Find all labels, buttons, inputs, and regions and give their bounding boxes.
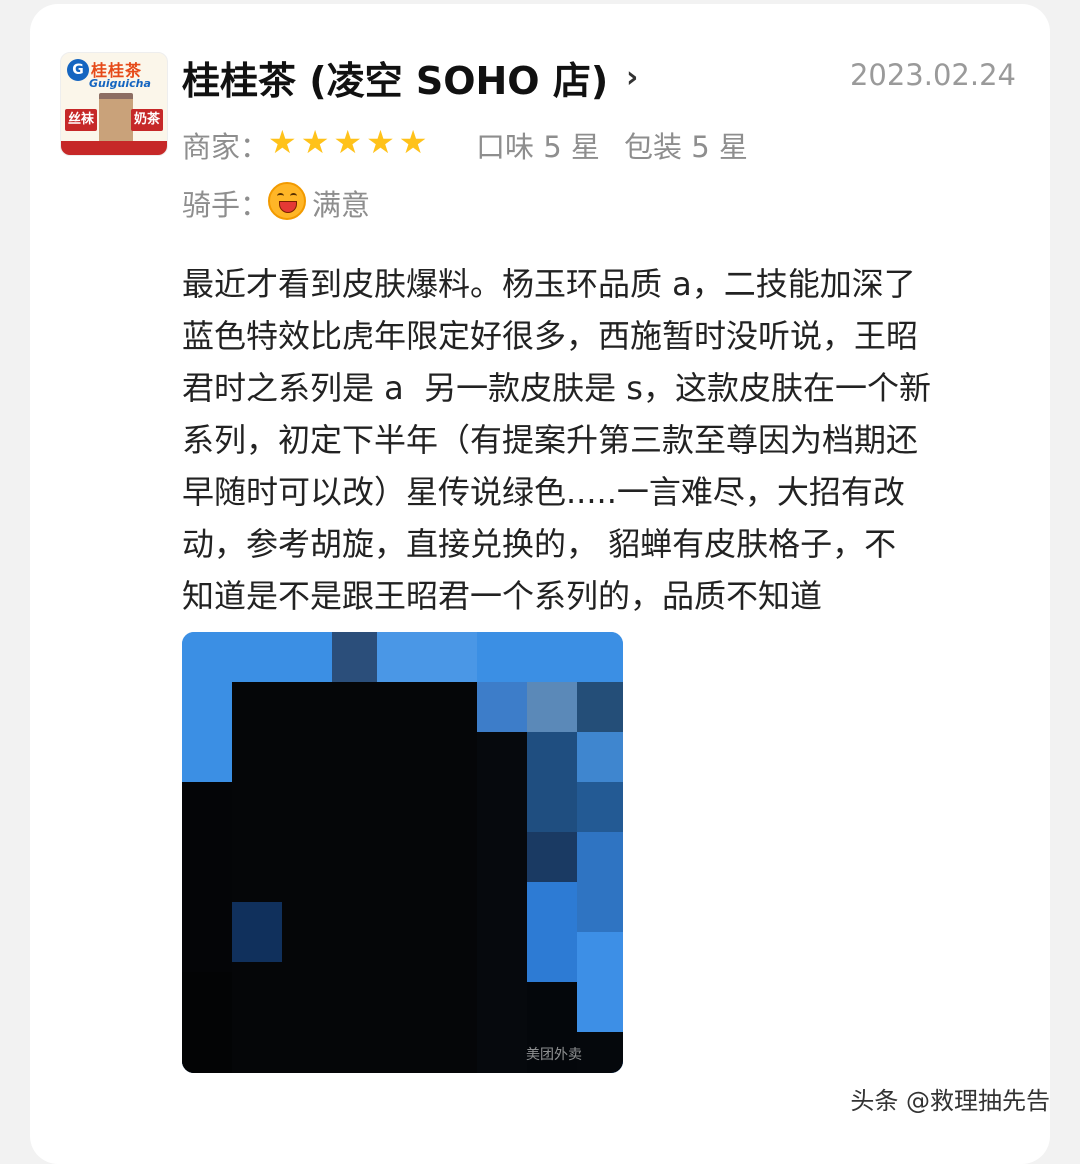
- chevron-right-icon[interactable]: ›: [626, 60, 638, 95]
- photo-watermark: 美团外卖: [526, 1047, 582, 1063]
- review-photo[interactable]: 美团外卖: [182, 632, 623, 1073]
- rider-label: 骑手：: [182, 188, 270, 222]
- star-icon: ★: [300, 123, 330, 161]
- merchant-label: 商家：: [182, 130, 270, 164]
- taste-rating: 口味 5 星: [476, 130, 600, 164]
- store-logo[interactable]: G 桂桂茶 Guiguicha 丝袜 奶茶: [60, 52, 168, 156]
- merchant-stars: ★ ★ ★ ★ ★: [268, 124, 427, 160]
- star-icon: ★: [366, 123, 395, 161]
- logo-brand-en: Guiguicha: [89, 77, 151, 90]
- star-icon: ★: [268, 123, 297, 161]
- packaging-rating: 包装 5 星: [624, 130, 748, 164]
- star-icon: ★: [398, 123, 428, 161]
- logo-left-tag: 丝袜: [65, 109, 98, 131]
- pixelated-image: [182, 632, 623, 1073]
- source-watermark: 头条 @救理抽先告: [850, 1087, 1050, 1115]
- laughing-face-icon: [268, 182, 306, 220]
- star-icon: ★: [333, 123, 363, 161]
- logo-bottom-bar: [61, 141, 167, 155]
- rider-value: 满意: [312, 188, 371, 222]
- review-text: 最近才看到皮肤爆料。杨玉环品质 a，二技能加深了 蓝色特效比虎年限定好很多，西施…: [182, 265, 931, 615]
- review-date: 2023.02.24: [849, 58, 1016, 92]
- logo-right-tag: 奶茶: [130, 109, 163, 131]
- store-name[interactable]: 桂桂茶 (凌空 SOHO 店): [182, 50, 608, 105]
- brand-g-icon: G: [67, 59, 89, 81]
